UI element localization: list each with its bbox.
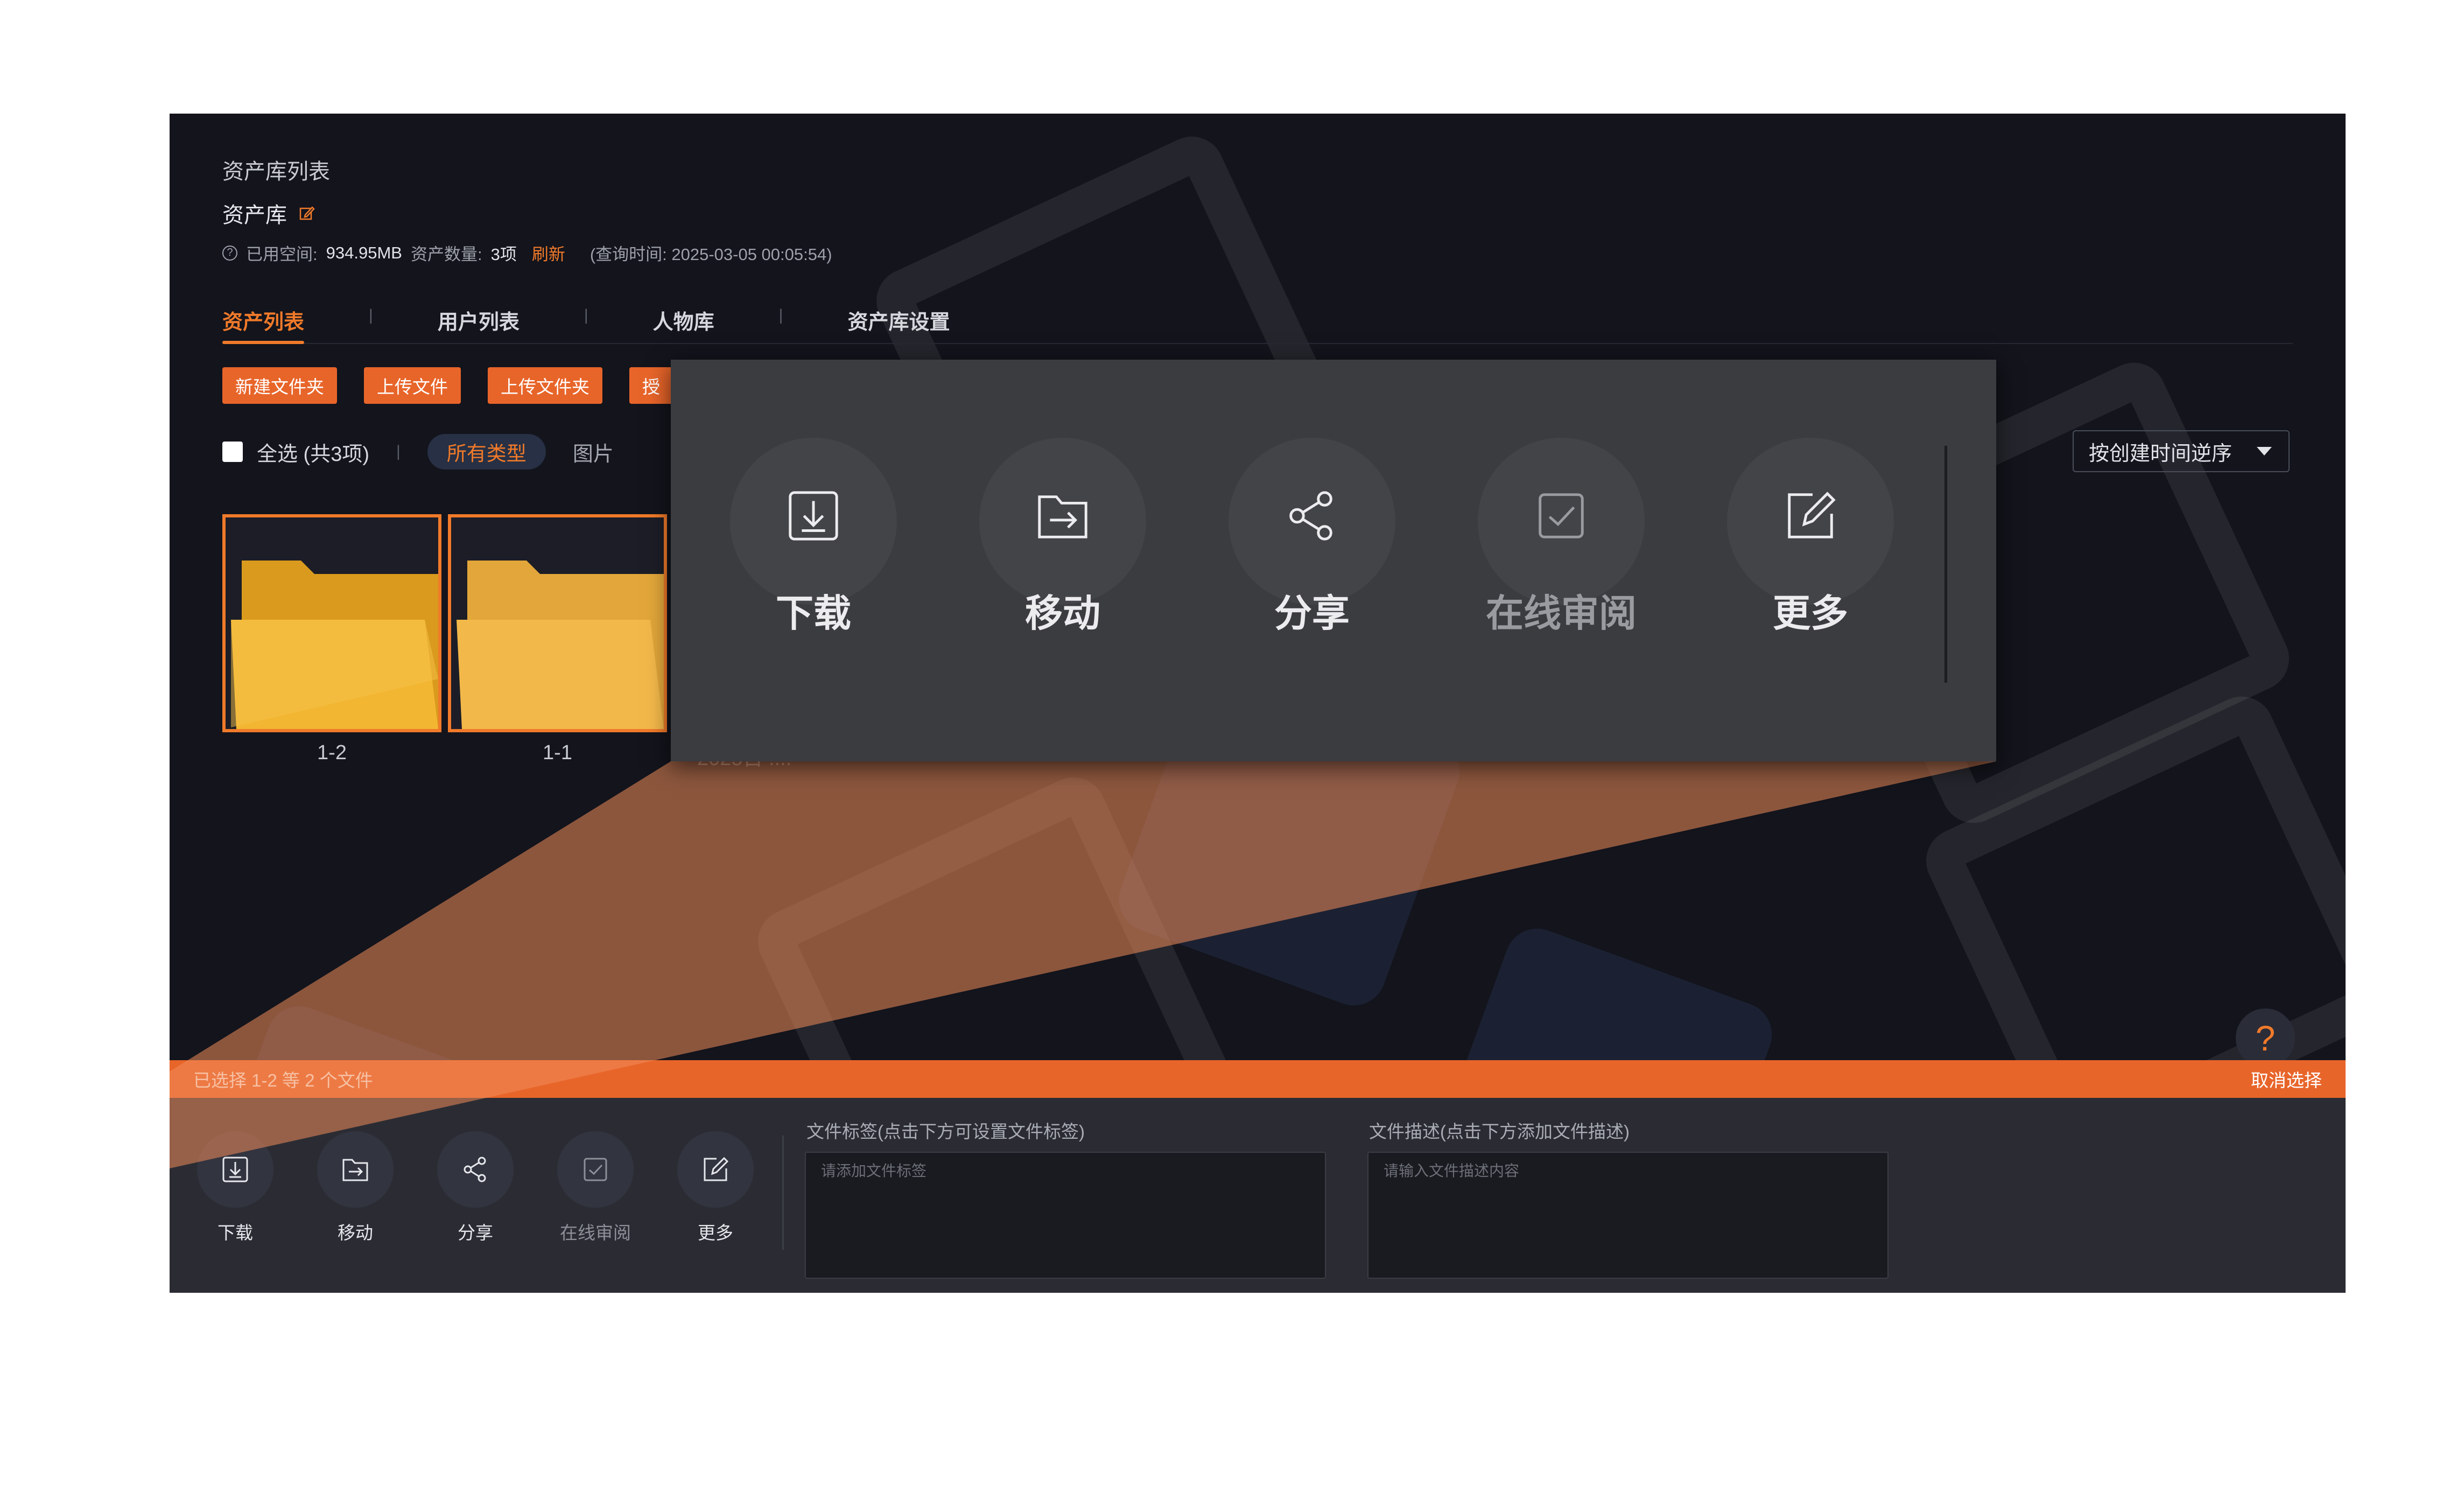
review-label: 在线审阅	[560, 1223, 631, 1243]
used-space-value: 934.95MB	[326, 243, 402, 262]
edit-icon[interactable]	[299, 205, 315, 221]
popup-download-label: 下载	[776, 592, 851, 634]
move-icon	[342, 1159, 368, 1181]
folder-card[interactable]	[448, 514, 667, 732]
popup-review-action[interactable]: 在线审阅	[1472, 438, 1650, 638]
edit-icon	[1788, 492, 1836, 538]
folder-icon	[457, 561, 664, 729]
type-filter-image[interactable]: 图片	[573, 437, 614, 467]
popup-more-label: 更多	[1773, 592, 1848, 634]
tab-bar: 资产列表 | 用户列表 | 人物库 | 资产库设置	[222, 305, 2293, 344]
upload-file-button[interactable]: 上传文件	[364, 367, 461, 404]
popup-action-circle	[730, 438, 897, 605]
popup-more-action[interactable]: 更多	[1722, 438, 1899, 638]
selection-count: 已选择 1-2 等 2 个文件	[193, 1070, 373, 1090]
folder-card[interactable]	[222, 514, 441, 732]
truncated-button[interactable]: 授	[629, 367, 673, 404]
panel-divider	[782, 1136, 784, 1250]
toolbar: 新建文件夹 上传文件 上传文件夹 授	[222, 367, 673, 404]
popup-download-action[interactable]: 下载	[725, 438, 902, 638]
download-icon	[222, 1157, 248, 1182]
tab-people-library[interactable]: 人物库	[653, 305, 714, 343]
tab-divider: |	[584, 306, 588, 324]
more-action[interactable]: 更多	[672, 1131, 759, 1244]
share-icon	[464, 1157, 486, 1182]
page-title: 资产库列表	[222, 160, 330, 184]
bottom-panel: 下载 移动 分享 在线审阅 更多 文件标签(点击下方可设置文件标签) 请添加文件…	[170, 1098, 2346, 1293]
download-action[interactable]: 下载	[192, 1131, 278, 1244]
folder-name: 1-2	[317, 741, 347, 764]
refresh-link[interactable]: 刷新	[532, 241, 565, 265]
action-circle	[197, 1131, 273, 1208]
popup-divider	[1944, 446, 1947, 683]
tags-field-label: 文件标签(点击下方可设置文件标签)	[806, 1122, 1085, 1141]
tab-asset-list[interactable]: 资产列表	[222, 305, 305, 344]
action-circle	[437, 1131, 514, 1208]
tab-library-settings[interactable]: 资产库设置	[847, 305, 950, 343]
chevron-down-icon	[2257, 447, 2272, 456]
folder-name: 1-1	[543, 741, 572, 764]
popup-action-circle	[1727, 438, 1894, 605]
review-icon	[1539, 493, 1584, 538]
description-input[interactable]: 请输入文件描述内容	[1367, 1152, 1889, 1279]
popup-action-circle	[1478, 438, 1645, 605]
share-icon	[1289, 491, 1332, 541]
tab-divider: |	[369, 306, 373, 324]
download-icon	[789, 491, 838, 541]
popup-move-action[interactable]: 移动	[974, 438, 1152, 638]
popup-share-action[interactable]: 分享	[1223, 438, 1401, 638]
move-action[interactable]: 移动	[312, 1131, 398, 1244]
sort-dropdown-value: 按创建时间逆序	[2089, 442, 2233, 465]
description-field-label: 文件描述(点击下方添加文件描述)	[1369, 1122, 1630, 1141]
popup-share-label: 分享	[1274, 592, 1350, 634]
filter-divider: |	[396, 443, 401, 460]
cancel-selection-link[interactable]: 取消选择	[2251, 1066, 2322, 1092]
download-label: 下载	[217, 1223, 253, 1243]
review-action[interactable]: 在线审阅	[552, 1131, 638, 1244]
move-icon	[1038, 495, 1087, 538]
library-name: 资产库	[222, 198, 315, 229]
storage-stats: ? 已用空间: 934.95MB 资产数量: 3项 刷新 (查询时间: 2025…	[222, 241, 832, 265]
popup-action-circle	[979, 438, 1146, 605]
query-time: (查询时间: 2025-03-05 00:05:54)	[589, 245, 832, 264]
review-icon	[584, 1158, 607, 1181]
zoom-callout-popup: 下载 移动 分享 在线审阅 更多	[671, 360, 1996, 761]
upload-folder-button[interactable]: 上传文件夹	[488, 367, 602, 404]
share-action[interactable]: 分享	[432, 1131, 518, 1244]
asset-count-value: 3项	[490, 245, 517, 264]
tab-divider: |	[778, 306, 783, 324]
help-circle-icon: ?	[222, 245, 237, 261]
select-all-checkbox[interactable]	[222, 442, 243, 462]
sort-dropdown[interactable]: 按创建时间逆序	[2073, 430, 2290, 472]
asset-count-label: 资产数量:	[410, 245, 482, 264]
tab-user-list[interactable]: 用户列表	[438, 305, 520, 343]
popup-review-label: 在线审阅	[1486, 592, 1637, 634]
more-label: 更多	[698, 1223, 733, 1243]
bottom-actions: 下载 移动 分享 在线审阅 更多	[170, 1098, 783, 1293]
popup-move-label: 移动	[1025, 592, 1100, 634]
move-label: 移动	[338, 1223, 373, 1243]
share-label: 分享	[458, 1223, 493, 1243]
help-button[interactable]: ?	[2236, 1008, 2295, 1068]
action-circle	[557, 1131, 634, 1208]
library-name-label: 资产库	[222, 204, 287, 227]
folder-icon	[231, 561, 438, 729]
edit-icon	[704, 1157, 729, 1181]
tags-input[interactable]: 请添加文件标签	[805, 1152, 1326, 1279]
action-circle	[677, 1131, 754, 1208]
filter-bar: 全选 (共3项) | 所有类型 图片	[222, 432, 614, 471]
type-filter-all[interactable]: 所有类型	[427, 434, 546, 470]
selection-bar: 已选择 1-2 等 2 个文件 取消选择	[170, 1060, 2346, 1098]
used-space-label: 已用空间:	[246, 245, 318, 264]
popup-action-circle	[1229, 438, 1395, 605]
action-circle	[317, 1131, 394, 1208]
select-all-label: 全选 (共3项)	[257, 443, 370, 466]
new-folder-button[interactable]: 新建文件夹	[222, 367, 337, 404]
